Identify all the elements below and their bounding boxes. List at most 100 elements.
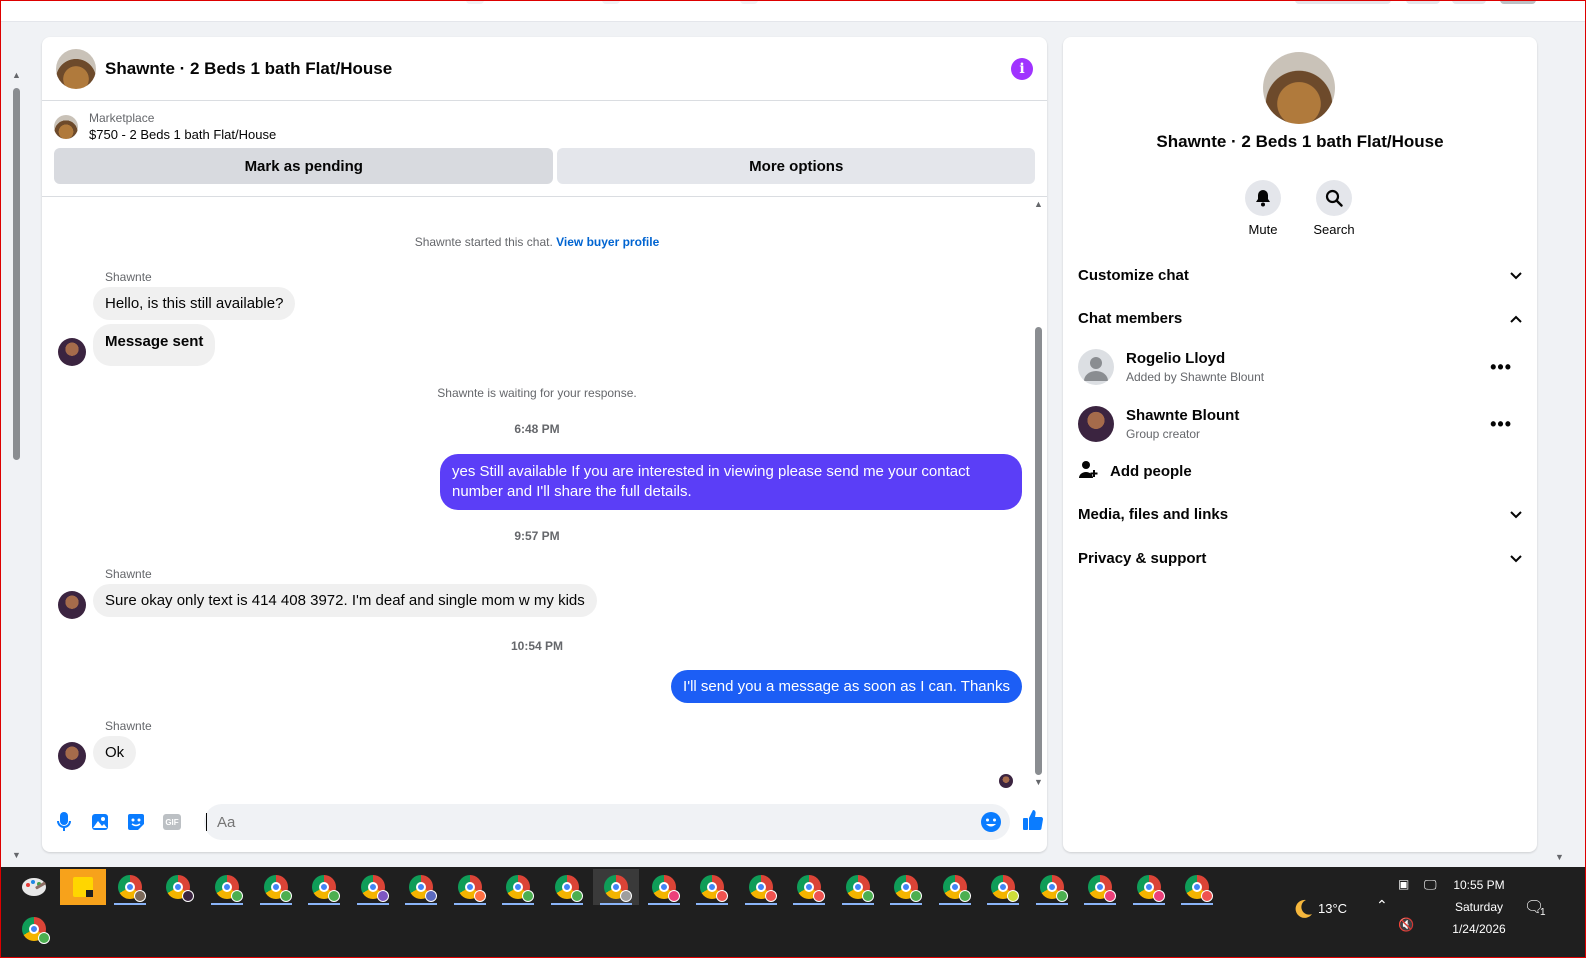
add-people-button[interactable]: Add people [1078,459,1192,483]
view-buyer-profile-link[interactable]: View buyer profile [556,235,659,249]
clock-date[interactable]: 1/24/2026 [1446,922,1512,936]
chrome-profile-icon[interactable] [207,869,247,905]
member-name: Rogelio Lloyd [1126,350,1226,367]
bell-icon[interactable] [1245,180,1281,216]
scroll-down-icon[interactable]: ▼ [1555,852,1564,862]
messenger-icon[interactable] [1452,0,1486,4]
sender-avatar[interactable] [58,591,86,619]
speaker-muted-icon[interactable]: 🔇 [1398,917,1414,933]
message-bubble-outgoing[interactable]: I'll send you a message as soon as I can… [671,670,1022,703]
sticker-icon[interactable] [126,812,146,832]
chrome-profile-icon[interactable] [401,869,441,905]
messages-scrollbar[interactable]: ▲ ▼ [1032,199,1044,791]
camera-icon[interactable]: ▣ [1398,877,1409,891]
media-files-section[interactable]: Media, files and links [1078,498,1522,530]
chat-avatar[interactable] [56,48,96,89]
chrome-profile-icon[interactable] [1032,869,1072,905]
chrome-profile-icon[interactable] [741,869,781,905]
message-bubble[interactable]: Hello, is this still available? [93,287,296,320]
search-field[interactable] [1295,0,1391,4]
listing-price[interactable]: $750 - 2 Beds 1 bath Flat/House [89,127,276,142]
message-bubble[interactable]: Sure okay only text is 414 408 3972. I'm… [93,584,597,617]
mute-button[interactable]: Mute [1233,180,1293,237]
search-button[interactable]: Search [1304,180,1364,237]
conversation-avatar[interactable] [1263,52,1335,124]
microphone-icon[interactable] [54,812,74,832]
chrome-profile-icon[interactable] [353,869,393,905]
paint-app-icon[interactable] [14,869,54,905]
member-avatar [1078,406,1114,442]
chat-panel: Shawnte · 2 Beds 1 bath Flat/House i Mar… [42,37,1047,852]
chrome-profile-icon[interactable] [304,869,344,905]
member-name: Shawnte Blount [1126,407,1240,424]
clock-time[interactable]: 10:55 PM [1446,878,1512,892]
chrome-profile-icon[interactable] [789,869,829,905]
scrollbar-thumb[interactable] [1035,327,1042,775]
info-icon[interactable]: i [1011,57,1033,80]
member-row[interactable]: Shawnte Blount Group creator ••• [1078,402,1522,446]
more-options-icon[interactable]: ••• [1490,414,1512,435]
emoji-icon[interactable] [980,811,1002,838]
nav-icon[interactable] [466,0,484,4]
chrome-profile-icon[interactable] [935,869,975,905]
menu-icon[interactable] [1406,0,1440,4]
mark-as-pending-button[interactable]: Mark as pending [54,148,554,184]
chat-title[interactable]: Shawnte · 2 Beds 1 bath Flat/House [105,59,392,79]
chrome-profile-icon-active[interactable] [593,869,639,905]
add-people-label: Add people [1110,462,1192,480]
sticky-notes-icon[interactable] [60,869,106,905]
message-input[interactable] [206,813,966,831]
chrome-profile-icon[interactable] [1177,869,1217,905]
message-bubble[interactable]: Message sent [93,324,216,366]
chrome-profile-icon[interactable] [110,869,150,905]
chrome-profile-icon[interactable] [1129,869,1169,905]
moon-weather-icon[interactable] [1290,891,1316,927]
privacy-support-section[interactable]: Privacy & support [1078,542,1522,574]
chrome-profile-icon[interactable] [838,869,878,905]
chrome-profile-icon[interactable] [547,869,587,905]
message-bubble[interactable]: Ok [93,736,137,769]
chrome-profile-icon[interactable] [498,869,538,905]
chevron-up-icon[interactable]: ⌃ [1376,897,1388,914]
gif-icon[interactable]: GIF [162,812,182,832]
chrome-profile-icon[interactable] [886,869,926,905]
message-list: Shawnte started this chat. View buyer pr… [42,199,1047,791]
nav-icon[interactable] [602,0,620,4]
chrome-profile-icon[interactable] [158,869,198,905]
message-bubble-outgoing[interactable]: yes Still available If you are intereste… [440,454,1022,510]
chrome-profile-icon[interactable] [14,911,54,947]
customize-chat-section[interactable]: Customize chat [1078,259,1522,291]
scroll-up-icon[interactable]: ▲ [12,70,21,80]
chrome-profile-icon[interactable] [256,869,296,905]
chat-members-section[interactable]: Chat members [1078,302,1522,334]
scroll-up-icon[interactable]: ▲ [1034,199,1043,209]
chrome-profile-icon[interactable] [450,869,490,905]
listing-thumbnail[interactable] [54,115,78,139]
account-avatar[interactable] [1500,0,1536,4]
clock-day[interactable]: Saturday [1446,900,1512,914]
thumbs-up-icon[interactable] [1022,809,1044,836]
chrome-profile-icon[interactable] [692,869,732,905]
more-options-icon[interactable]: ••• [1490,357,1512,378]
default-avatar-icon [1078,349,1114,385]
network-icon[interactable]: 🖵 [1424,877,1437,893]
nav-icon[interactable] [740,0,758,4]
photo-icon[interactable] [90,812,110,832]
chrome-profile-icon[interactable] [1080,869,1120,905]
page-scrollbar[interactable]: ▲ ▼ [10,70,22,860]
timestamp: 6:48 PM [514,422,560,436]
chat-started-text: Shawnte started this chat. [414,235,553,249]
more-options-button[interactable]: More options [557,148,1035,184]
scroll-down-icon[interactable]: ▼ [1034,777,1043,787]
chrome-profile-icon[interactable] [644,869,684,905]
chrome-profile-icon[interactable] [983,869,1023,905]
sender-avatar[interactable] [58,338,86,366]
scroll-down-icon[interactable]: ▼ [12,850,21,860]
search-icon[interactable] [1316,180,1352,216]
chat-header: Shawnte · 2 Beds 1 bath Flat/House i [42,37,1047,101]
scrollbar-thumb[interactable] [13,88,20,460]
message-input-wrapper [204,804,1010,840]
sender-avatar[interactable] [58,742,86,770]
member-row[interactable]: Rogelio Lloyd Added by Shawnte Blount ••… [1078,345,1522,389]
weather-temperature[interactable]: 13°C [1318,901,1347,916]
